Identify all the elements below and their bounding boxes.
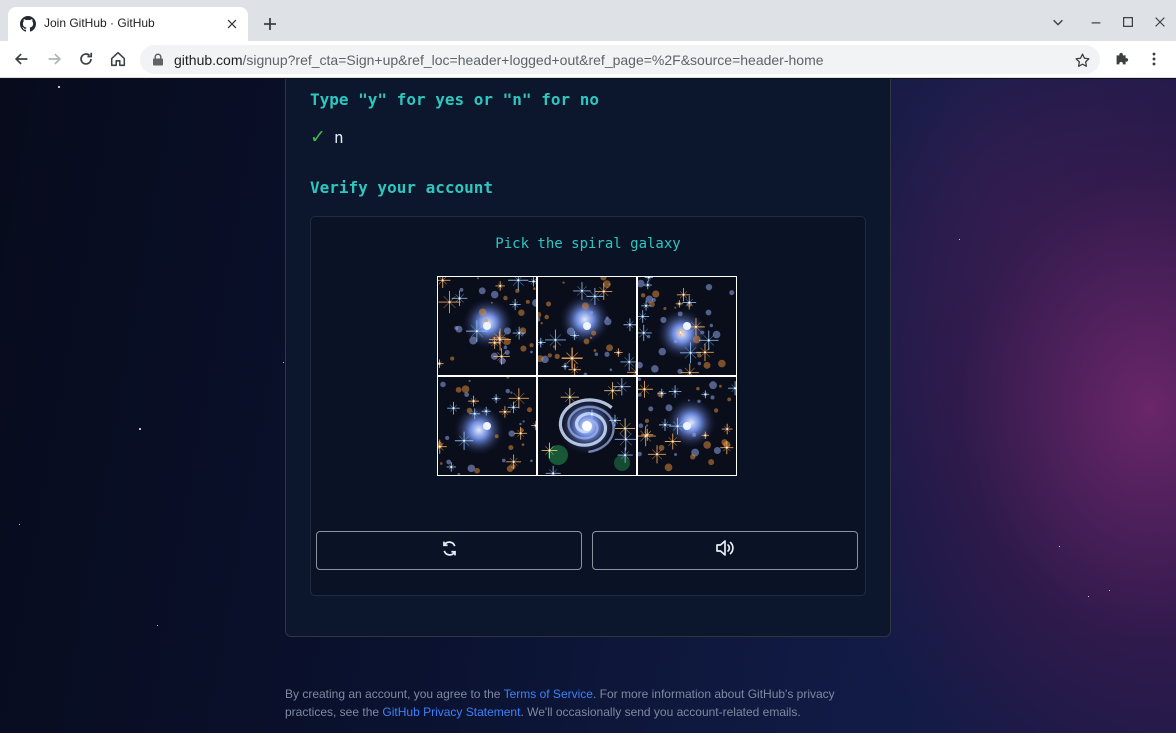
background-star [1059, 546, 1060, 547]
captcha-tile-4[interactable] [438, 377, 536, 475]
close-tab-icon[interactable] [224, 16, 240, 32]
background-star [283, 362, 284, 363]
captcha-tile-2[interactable] [538, 277, 636, 375]
footer-text: By creating an account, you agree to the [285, 687, 504, 701]
captcha-tile-5[interactable] [538, 377, 636, 475]
lock-icon[interactable] [152, 53, 164, 66]
forward-arrow-icon[interactable] [40, 45, 68, 73]
background-star [58, 86, 60, 88]
captcha-image-grid [437, 276, 737, 476]
audio-captcha-button[interactable] [592, 531, 858, 570]
footer-text: . We'll occasionally send you account-re… [520, 705, 801, 719]
captcha-panel: Pick the spiral galaxy [310, 216, 866, 596]
browser-toolbar: github.com/signup?ref_cta=Sign+up&ref_lo… [0, 41, 1176, 78]
background-star [19, 524, 20, 525]
background-star [139, 428, 141, 430]
signup-legal-footer: By creating an account, you agree to the… [285, 685, 865, 721]
url-text: github.com/signup?ref_cta=Sign+up&ref_lo… [174, 52, 824, 68]
signup-card: Type "y" for yes or "n" for no ✓ n Verif… [285, 79, 891, 637]
minimize-window-icon[interactable] [1084, 10, 1108, 34]
kebab-menu-icon[interactable] [1140, 45, 1168, 73]
reload-icon[interactable] [72, 45, 100, 73]
privacy-statement-link[interactable]: GitHub Privacy Statement [382, 705, 520, 719]
tab-search-chevron-icon[interactable] [1046, 10, 1070, 34]
captcha-tile-3[interactable] [638, 277, 736, 375]
browser-tab[interactable]: Join GitHub · GitHub [8, 7, 248, 41]
bookmark-star-icon[interactable] [1072, 50, 1092, 70]
back-arrow-icon[interactable] [8, 45, 36, 73]
close-window-icon[interactable] [1148, 10, 1172, 34]
terms-of-service-link[interactable]: Terms of Service [504, 687, 593, 701]
url-path: /signup?ref_cta=Sign+up&ref_loc=header+l… [242, 52, 824, 68]
yes-no-prompt: Type "y" for yes or "n" for no [310, 90, 599, 109]
captcha-tile-6[interactable] [638, 377, 736, 475]
captcha-instruction: Pick the spiral galaxy [495, 236, 681, 252]
star-cluster-image [438, 377, 536, 475]
new-tab-button[interactable] [258, 12, 282, 36]
maximize-window-icon[interactable] [1116, 10, 1140, 34]
star-cluster-image [638, 377, 736, 475]
home-icon[interactable] [104, 45, 132, 73]
url-host: github.com [174, 52, 243, 68]
checkmark-icon: ✓ [310, 127, 326, 148]
refresh-icon [440, 539, 459, 563]
page-viewport: Type "y" for yes or "n" for no ✓ n Verif… [0, 79, 1176, 733]
captcha-tile-1[interactable] [438, 277, 536, 375]
address-bar[interactable]: github.com/signup?ref_cta=Sign+up&ref_lo… [140, 45, 1100, 74]
browser-tabstrip: Join GitHub · GitHub [0, 0, 1176, 41]
verify-account-title: Verify your account [310, 178, 494, 197]
refresh-captcha-button[interactable] [316, 531, 582, 570]
tab-title: Join GitHub · GitHub [44, 16, 155, 30]
star-cluster-image [438, 277, 536, 375]
yes-no-answer-row: ✓ n [310, 126, 344, 149]
github-logo-icon [20, 16, 36, 32]
speaker-icon [714, 538, 736, 563]
background-star [1109, 590, 1110, 591]
background-star [157, 625, 158, 626]
star-cluster-image [538, 277, 636, 375]
yes-no-answer: n [334, 128, 344, 147]
extensions-puzzle-icon[interactable] [1108, 45, 1136, 73]
background-star [1088, 596, 1089, 597]
background-star [959, 239, 960, 240]
star-cluster-image [638, 277, 736, 375]
spiral-galaxy-image [538, 377, 636, 475]
